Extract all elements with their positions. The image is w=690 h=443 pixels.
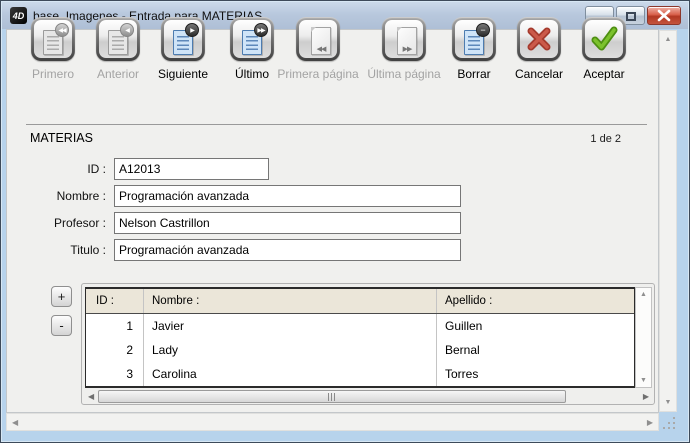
field-nombre: Nombre : [45, 185, 461, 207]
scroll-left-icon[interactable]: ◀ [12, 418, 18, 427]
button-face [517, 17, 561, 61]
page-last-icon: ▶▶ [397, 27, 417, 55]
toolbar-separator [26, 124, 647, 125]
cancel-x-icon [525, 25, 553, 53]
grid-horizontal-scrollbar[interactable]: ◀ ▶ [85, 390, 652, 404]
scroll-up-icon[interactable]: ▲ [660, 36, 676, 43]
cell-apellido: Guillen [436, 314, 634, 338]
table-row[interactable]: 1 Javier Guillen [86, 314, 634, 338]
cell-id: 2 [86, 343, 143, 357]
button-face: ▶▶ [230, 17, 274, 61]
accept-check-icon [590, 25, 618, 53]
button-inner: ▶▶ [233, 20, 271, 58]
cell-id: 3 [86, 367, 143, 381]
cell-id: 1 [86, 319, 143, 333]
field-titulo: Titulo : [45, 239, 461, 261]
button-face: ◀◀ [31, 17, 75, 61]
first-badge-icon: ◀◀ [55, 23, 69, 37]
toolbar-button-primera-pagina[interactable]: ◀◀ Primera página [296, 17, 340, 61]
cell-nombre: Lady [143, 338, 436, 362]
button-face: ◀ [96, 17, 140, 61]
record-position: 1 de 2 [561, 133, 621, 145]
delete-badge-icon: − [476, 23, 490, 37]
toolbar-button-anterior[interactable]: ◀ Anterior [96, 17, 140, 61]
nombre-label: Nombre : [45, 189, 106, 203]
scroll-right-icon[interactable]: ▶ [647, 418, 653, 427]
scrollbar-thumb[interactable] [98, 390, 566, 403]
window-horizontal-scrollbar[interactable]: ◀ ▶ [6, 413, 659, 431]
button-face: ◀◀ [296, 17, 340, 61]
app-icon: 4D [10, 7, 27, 24]
toolbar-button-primero[interactable]: ◀◀ Primero [31, 17, 75, 61]
field-profesor: Profesor : [45, 212, 461, 234]
nombre-input[interactable] [114, 185, 461, 207]
app-icon-text: 4D [13, 11, 25, 21]
id-input[interactable] [114, 158, 269, 180]
scroll-left-icon[interactable]: ◀ [88, 392, 94, 401]
close-button[interactable] [647, 6, 681, 25]
button-inner [585, 20, 623, 58]
button-inner: ◀ [99, 20, 137, 58]
button-inner: ◀◀ [34, 20, 72, 58]
table-row[interactable]: 3 Carolina Torres [86, 362, 634, 386]
button-inner: ▶ [164, 20, 202, 58]
button-inner [520, 20, 558, 58]
column-header-id[interactable]: ID : [86, 295, 143, 307]
button-face: ▶ [161, 17, 205, 61]
cell-apellido: Bernal [436, 338, 634, 362]
scroll-down-icon[interactable]: ▼ [660, 399, 676, 406]
button-inner: ◀◀ [299, 20, 337, 58]
maximize-icon [626, 12, 636, 21]
cell-nombre: Javier [143, 314, 436, 338]
toolbar-button-ultima-pagina[interactable]: ▶▶ Última página [382, 17, 426, 61]
column-header-apellido[interactable]: Apellido : [436, 289, 634, 313]
last-badge-icon: ▶▶ [254, 23, 268, 37]
toolbar-button-siguiente[interactable]: ▶ Siguiente [161, 17, 205, 61]
remove-row-button[interactable]: - [51, 315, 72, 336]
button-face [582, 17, 626, 61]
profesor-label: Profesor : [45, 216, 106, 230]
cell-nombre: Carolina [143, 362, 436, 386]
grid-table: ID : Nombre : Apellido : 1 Javier Guille… [85, 287, 635, 388]
grid-header-row: ID : Nombre : Apellido : [86, 289, 634, 314]
toolbar-button-aceptar[interactable]: Aceptar [582, 17, 626, 61]
scroll-down-icon[interactable]: ▼ [636, 377, 651, 384]
scroll-right-icon[interactable]: ▶ [643, 392, 649, 401]
field-id: ID : [45, 158, 269, 180]
close-icon [648, 7, 680, 24]
subform-grid: ID : Nombre : Apellido : 1 Javier Guille… [81, 283, 655, 405]
toolbar-button-cancelar[interactable]: Cancelar [517, 17, 561, 61]
resize-grip-icon[interactable] [661, 415, 677, 431]
grid-vertical-scrollbar[interactable]: ▲ ▼ [635, 287, 652, 388]
button-inner: ▶▶ [385, 20, 423, 58]
next-badge-icon: ▶ [185, 23, 199, 37]
page-first-icon: ◀◀ [311, 27, 331, 55]
app-window: 4D base_Imagenes - Entrada para MATERIAS… [0, 0, 690, 443]
previous-badge-icon: ◀ [120, 23, 134, 37]
section-title: MATERIAS [30, 131, 93, 145]
button-label: Aceptar [549, 67, 659, 81]
button-face: − [452, 17, 496, 61]
toolbar-button-ultimo[interactable]: ▶▶ Último [230, 17, 274, 61]
titulo-input[interactable] [114, 239, 461, 261]
id-label: ID : [45, 162, 106, 176]
titulo-label: Titulo : [45, 243, 106, 257]
cell-apellido: Torres [436, 362, 634, 386]
add-row-button[interactable]: + [51, 286, 72, 307]
profesor-input[interactable] [114, 212, 461, 234]
button-face: ▶▶ [382, 17, 426, 61]
table-row[interactable]: 2 Lady Bernal [86, 338, 634, 362]
scroll-up-icon[interactable]: ▲ [636, 291, 651, 298]
button-inner: − [455, 20, 493, 58]
toolbar-button-borrar[interactable]: − Borrar [452, 17, 496, 61]
column-header-nombre[interactable]: Nombre : [143, 289, 436, 313]
window-vertical-scrollbar[interactable]: ▲ ▼ [659, 30, 677, 412]
